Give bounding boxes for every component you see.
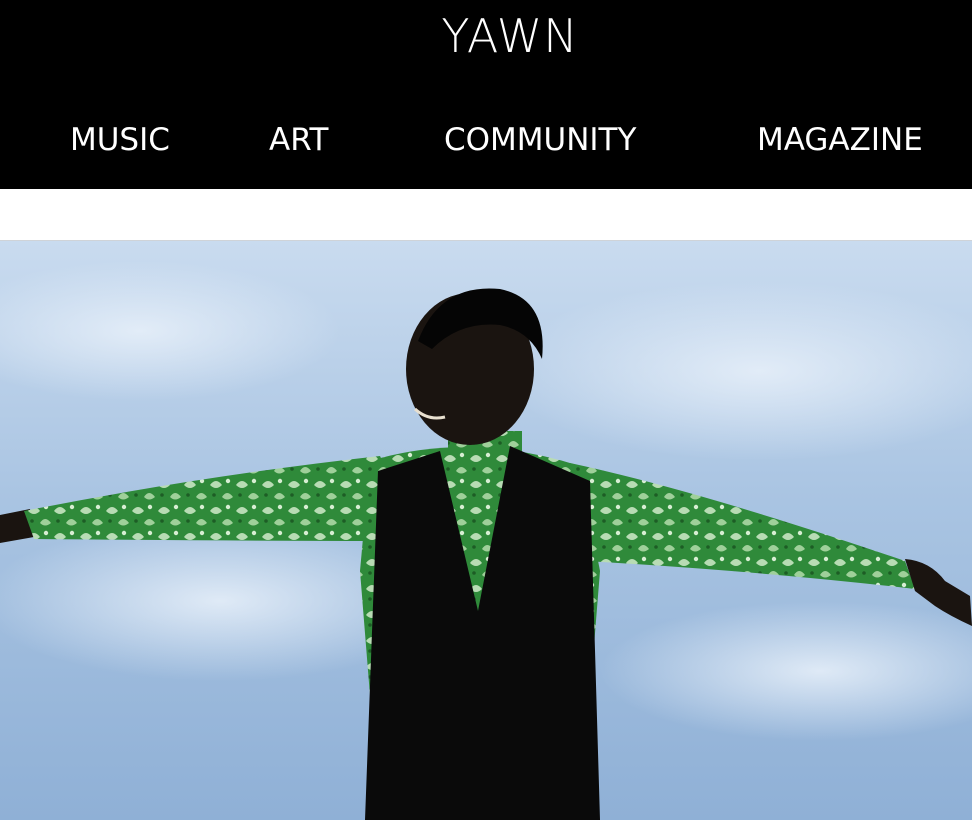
nav-item-music[interactable]: MUSIC <box>70 120 170 160</box>
site-header: YAWN MUSIC ART COMMUNITY MAGAZINE <box>0 0 972 189</box>
nav-item-community[interactable]: COMMUNITY <box>444 120 636 160</box>
nav-item-art[interactable]: ART <box>269 120 328 160</box>
nav-item-magazine[interactable]: MAGAZINE <box>757 120 923 160</box>
spacer-band <box>0 189 972 240</box>
hero-photo <box>0 241 972 820</box>
site-logo[interactable]: YAWN <box>0 6 972 66</box>
hero-image <box>0 241 972 820</box>
